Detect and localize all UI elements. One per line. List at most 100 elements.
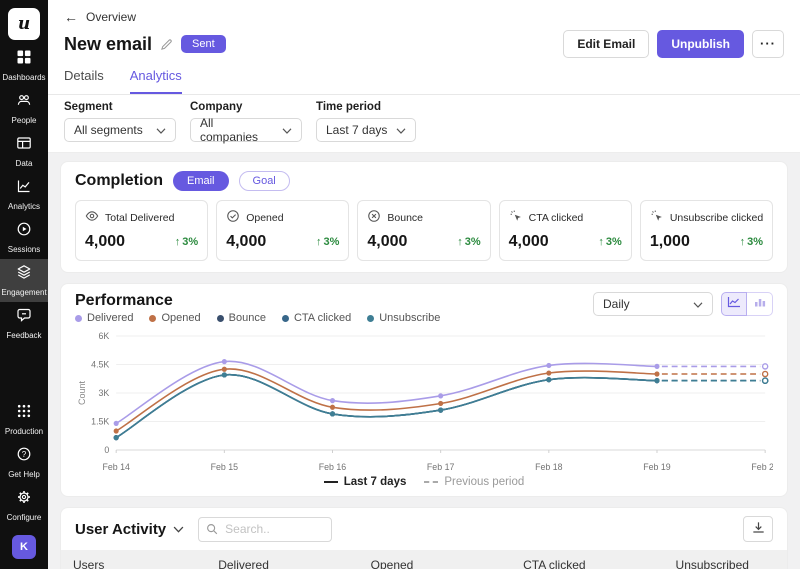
legend-dot bbox=[149, 315, 156, 322]
chevron-down-icon bbox=[282, 123, 292, 137]
stat-label: CTA clicked bbox=[529, 212, 584, 224]
time-period-filter-label: Time period bbox=[316, 101, 416, 113]
column-delivered[interactable]: Delivered bbox=[206, 550, 358, 569]
app-window: u Dashboards People Data Analytics bbox=[0, 0, 800, 569]
user-activity-table: Users Delivered Opened CTA clicked Unsub… bbox=[61, 550, 787, 569]
svg-text:Feb 16: Feb 16 bbox=[319, 462, 346, 472]
sidebar: u Dashboards People Data Analytics bbox=[0, 0, 48, 569]
company-filter: Company All companies bbox=[190, 101, 302, 142]
solid-line-swatch bbox=[324, 481, 338, 484]
segment-select[interactable]: All segments bbox=[64, 118, 176, 142]
feedback-icon bbox=[16, 307, 32, 328]
engagement-icon bbox=[16, 264, 32, 285]
legend-current-period[interactable]: Last 7 days bbox=[324, 476, 407, 488]
more-actions-button[interactable]: ··· bbox=[752, 30, 784, 58]
time-period-filter: Time period Last 7 days bbox=[316, 101, 416, 142]
svg-text:Feb 19: Feb 19 bbox=[643, 462, 670, 472]
edit-title-pencil-icon[interactable] bbox=[160, 38, 173, 51]
legend-dot bbox=[217, 315, 224, 322]
edit-email-button[interactable]: Edit Email bbox=[563, 30, 649, 58]
stat-card-unsubscribe-clicked: Unsubscribe clicked 1,000 ↑3% bbox=[640, 200, 773, 261]
sidebar-item-people[interactable]: People bbox=[0, 87, 48, 130]
dashboards-icon bbox=[16, 49, 32, 70]
user-avatar[interactable]: K bbox=[12, 535, 36, 559]
stat-label: Unsubscribe clicked bbox=[670, 212, 763, 224]
legend-previous-period[interactable]: Previous period bbox=[424, 476, 524, 488]
stat-label: Opened bbox=[246, 212, 283, 224]
stat-card-cta-clicked: CTA clicked 4,000 ↑3% bbox=[499, 200, 632, 261]
sidebar-item-engagement[interactable]: Engagement bbox=[0, 259, 48, 302]
stat-label: Bounce bbox=[387, 212, 423, 224]
trend-up-icon: ↑ bbox=[316, 236, 322, 248]
company-filter-label: Company bbox=[190, 101, 302, 113]
column-opened[interactable]: Opened bbox=[359, 550, 511, 569]
status-badge: Sent bbox=[181, 35, 226, 53]
stat-value: 4,000 bbox=[367, 233, 407, 251]
email-toggle-pill[interactable]: Email bbox=[173, 171, 229, 191]
download-button[interactable] bbox=[743, 516, 773, 542]
tab-analytics[interactable]: Analytics bbox=[130, 68, 182, 94]
stat-card-opened: Opened 4,000 ↑3% bbox=[216, 200, 349, 261]
chevron-down-icon bbox=[156, 123, 166, 137]
title-actions: Edit Email Unpublish ··· bbox=[563, 30, 784, 58]
stat-label: Total Delivered bbox=[105, 212, 174, 224]
chart-period-legend: Last 7 days Previous period bbox=[75, 474, 773, 494]
page-header: ← Overview New email Sent Edit Email Unp… bbox=[48, 0, 800, 95]
bar-chart-icon bbox=[753, 295, 767, 313]
analytics-icon bbox=[16, 178, 32, 199]
stat-change: ↑3% bbox=[457, 236, 480, 248]
bar-chart-toggle-button[interactable] bbox=[747, 292, 773, 316]
legend-item-cta-clicked[interactable]: CTA clicked bbox=[282, 312, 351, 324]
check-circle-icon bbox=[226, 209, 240, 226]
svg-text:Feb 20: Feb 20 bbox=[751, 462, 773, 472]
sidebar-item-get-help[interactable]: ? Get Help bbox=[0, 441, 48, 484]
tab-bar: Details Analytics bbox=[48, 60, 800, 95]
user-activity-header: User Activity bbox=[61, 508, 787, 550]
interval-select[interactable]: Daily bbox=[593, 292, 713, 316]
segment-filter-label: Segment bbox=[64, 101, 176, 113]
legend-dot bbox=[75, 315, 82, 322]
performance-chart[interactable]: 01.5K3K4.5K6KFeb 14Feb 15Feb 16Feb 17Feb… bbox=[75, 326, 773, 474]
sidebar-item-data[interactable]: Data bbox=[0, 130, 48, 173]
column-users[interactable]: Users bbox=[61, 550, 206, 569]
legend-item-unsubscribe[interactable]: Unsubscribe bbox=[367, 312, 440, 324]
legend-item-opened[interactable]: Opened bbox=[149, 312, 200, 324]
sidebar-item-sessions[interactable]: Sessions bbox=[0, 216, 48, 259]
legend-dot bbox=[282, 315, 289, 322]
unpublish-button[interactable]: Unpublish bbox=[657, 30, 744, 58]
goal-toggle-pill[interactable]: Goal bbox=[239, 171, 290, 191]
chart-type-toggle bbox=[721, 292, 773, 316]
cursor-click-icon bbox=[509, 209, 523, 226]
userpilot-logo[interactable]: u bbox=[8, 8, 40, 40]
x-circle-icon bbox=[367, 209, 381, 226]
time-period-select[interactable]: Last 7 days bbox=[316, 118, 416, 142]
stat-change: ↑3% bbox=[316, 236, 339, 248]
stat-card-bounce: Bounce 4,000 ↑3% bbox=[357, 200, 490, 261]
line-chart-toggle-button[interactable] bbox=[721, 292, 747, 316]
sidebar-item-analytics[interactable]: Analytics bbox=[0, 173, 48, 216]
stat-value: 4,000 bbox=[509, 233, 549, 251]
legend-item-bounce[interactable]: Bounce bbox=[217, 312, 266, 324]
sidebar-item-dashboards[interactable]: Dashboards bbox=[0, 44, 48, 87]
column-cta-clicked[interactable]: CTA clicked bbox=[511, 550, 663, 569]
tab-details[interactable]: Details bbox=[64, 68, 104, 94]
company-select[interactable]: All companies bbox=[190, 118, 302, 142]
svg-text:4.5K: 4.5K bbox=[91, 359, 109, 369]
sidebar-item-configure[interactable]: Configure bbox=[0, 484, 48, 527]
stat-change: ↑3% bbox=[598, 236, 621, 248]
user-activity-title-dropdown[interactable]: User Activity bbox=[75, 520, 184, 538]
column-unsubscribed[interactable]: Unsubscribed bbox=[664, 550, 787, 569]
trend-up-icon: ↑ bbox=[175, 236, 181, 248]
performance-header: Performance Delivered Opened Bounce CTA … bbox=[75, 292, 773, 324]
back-link[interactable]: ← Overview bbox=[48, 0, 152, 26]
performance-legend: Delivered Opened Bounce CTA clicked Unsu… bbox=[75, 312, 440, 324]
svg-text:3K: 3K bbox=[99, 388, 110, 398]
trend-up-icon: ↑ bbox=[598, 236, 604, 248]
sidebar-item-production[interactable]: Production bbox=[0, 398, 48, 441]
performance-controls: Daily bbox=[593, 292, 773, 316]
sidebar-item-feedback[interactable]: Feedback bbox=[0, 302, 48, 345]
chevron-down-icon bbox=[173, 520, 184, 538]
completion-title: Completion bbox=[75, 172, 163, 190]
svg-text:0: 0 bbox=[104, 445, 109, 455]
legend-item-delivered[interactable]: Delivered bbox=[75, 312, 133, 324]
